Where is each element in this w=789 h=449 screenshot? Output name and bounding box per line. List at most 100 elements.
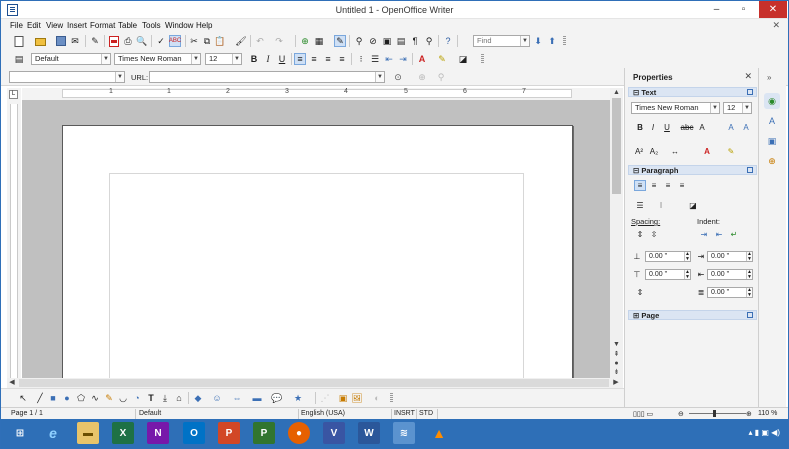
close-document-icon[interactable]: ✕ bbox=[772, 20, 780, 31]
tab-stop-selector[interactable]: L bbox=[9, 90, 18, 99]
increase-font-icon[interactable]: A bbox=[725, 122, 737, 133]
page-indicator[interactable]: Page 1 / 1 bbox=[11, 410, 43, 417]
zoom-out-icon[interactable]: ⊖ bbox=[678, 410, 684, 418]
below-spacing-field[interactable]: 0.00 " ▲ ▼ bbox=[645, 269, 691, 280]
justify-icon[interactable]: ≡ bbox=[336, 53, 348, 65]
zoom-level[interactable]: 110 % bbox=[758, 410, 777, 417]
hyperlink-name-input[interactable]: ▼ bbox=[9, 71, 125, 83]
ellipse-icon[interactable]: ● bbox=[61, 392, 73, 404]
background-color-icon[interactable]: ◪ bbox=[457, 53, 469, 65]
highlighting-icon[interactable]: ✎ bbox=[436, 53, 448, 65]
gallery-tab-icon[interactable]: ▣ bbox=[764, 133, 780, 149]
decrease-indent-icon[interactable]: ⇤ bbox=[383, 53, 395, 65]
increase-spacing-icon[interactable]: ⇕ bbox=[634, 229, 646, 240]
page-style[interactable]: Default bbox=[139, 410, 161, 417]
export-pdf-icon[interactable] bbox=[108, 35, 120, 47]
find-hyperlink-icon[interactable]: ⚲ bbox=[435, 71, 447, 83]
system-tray-icons[interactable]: ▴ ▮ ▣ ◀) bbox=[749, 428, 780, 437]
sidebar-underline-icon[interactable]: U bbox=[661, 122, 673, 133]
more-options-icon[interactable] bbox=[747, 167, 753, 173]
scroll-down-icon[interactable]: ▼ bbox=[611, 340, 622, 349]
vertical-ruler[interactable] bbox=[10, 104, 18, 378]
insert-hyperlink-icon[interactable]: ⊕ bbox=[416, 71, 428, 83]
file-explorer-icon[interactable]: ▬ bbox=[77, 422, 99, 444]
publisher-icon[interactable]: P bbox=[253, 422, 275, 444]
menu-tools[interactable]: Tools bbox=[142, 21, 161, 30]
menu-format[interactable]: Format bbox=[90, 21, 115, 30]
maximize-button[interactable]: ▫ bbox=[730, 1, 757, 18]
after-indent-field[interactable]: 0.00 " ▲ ▼ bbox=[707, 269, 753, 280]
paragraph-style-select[interactable]: Default ▼ bbox=[31, 53, 111, 65]
close-button[interactable]: ✕ bbox=[759, 1, 787, 18]
first-line-indent-field[interactable]: 0.00 " ▲ ▼ bbox=[707, 287, 753, 298]
increase-indent-icon[interactable]: ⇥ bbox=[397, 53, 409, 65]
help-icon[interactable]: ? bbox=[442, 35, 454, 47]
rectangle-icon[interactable]: ■ bbox=[47, 392, 59, 404]
text-tool-icon[interactable]: T bbox=[145, 392, 157, 404]
show-draw-functions-icon[interactable]: ✎ bbox=[334, 35, 346, 47]
menu-window[interactable]: Window bbox=[165, 21, 193, 30]
vertical-text-icon[interactable]: ⤓ bbox=[159, 392, 171, 404]
block-arrows-icon[interactable]: ⇔ bbox=[231, 392, 243, 404]
autospellcheck-icon[interactable]: ABC bbox=[169, 35, 181, 47]
sidebar-decrease-indent-icon[interactable]: ⇤ bbox=[713, 229, 725, 240]
text-section-header[interactable]: ⊟ Text bbox=[628, 87, 757, 97]
excel-icon[interactable]: X bbox=[112, 422, 134, 444]
previous-object-icon[interactable]: ⇞ bbox=[611, 350, 622, 359]
italic-button[interactable]: I bbox=[262, 53, 274, 65]
polygon-icon[interactable]: ⬠ bbox=[75, 392, 87, 404]
decrease-font-icon[interactable]: A bbox=[740, 122, 752, 133]
openoffice-taskbar-icon[interactable]: ≋ bbox=[393, 422, 415, 444]
numbering-icon[interactable]: ⁝ bbox=[355, 53, 367, 65]
sidebar-align-center-icon[interactable]: ≡ bbox=[648, 180, 660, 191]
sidebar-options-icon[interactable]: » bbox=[767, 73, 771, 82]
align-center-icon[interactable]: ≡ bbox=[308, 53, 320, 65]
new-document-icon[interactable] bbox=[13, 35, 25, 47]
paste-icon[interactable]: 📋 bbox=[214, 35, 226, 47]
font-name-select[interactable]: Times New Roman ▼ bbox=[114, 53, 201, 65]
font-size-select[interactable]: 12 ▼ bbox=[205, 53, 242, 65]
bold-button[interactable]: B bbox=[248, 53, 260, 65]
open-folder-icon[interactable] bbox=[34, 35, 46, 47]
more-options-icon[interactable] bbox=[747, 312, 753, 318]
menu-file[interactable]: File bbox=[10, 21, 23, 30]
callout-shapes-icon[interactable]: 💬 bbox=[271, 392, 283, 404]
stars-icon[interactable]: ★ bbox=[292, 392, 304, 404]
internet-explorer-icon[interactable]: e bbox=[42, 422, 64, 444]
sidebar-align-left-icon[interactable]: ≡ bbox=[634, 180, 646, 191]
navigator-icon[interactable]: ⊘ bbox=[367, 35, 379, 47]
symbol-shapes-icon[interactable]: ☺ bbox=[211, 392, 223, 404]
subscript-icon[interactable]: A₂ bbox=[648, 146, 660, 157]
document-page[interactable] bbox=[62, 125, 573, 385]
circle-pie-icon[interactable]: ◔ bbox=[131, 392, 143, 404]
select-icon[interactable]: ↖ bbox=[17, 392, 29, 404]
find-next-icon[interactable]: ⬇ bbox=[532, 35, 544, 47]
sidebar-highlight-icon[interactable]: ✎ bbox=[725, 146, 737, 157]
vlc-icon[interactable]: ▲ bbox=[428, 422, 450, 444]
insert-mode[interactable]: INSRT bbox=[394, 410, 415, 417]
font-color-icon[interactable]: A bbox=[416, 53, 428, 65]
clone-formatting-icon[interactable]: 🖌 bbox=[235, 35, 247, 47]
sidebar-font-color-icon[interactable]: A bbox=[701, 146, 713, 157]
zoom-in-icon[interactable]: ⊕ bbox=[746, 410, 752, 418]
view-layout-icon[interactable]: ▯▯▯ ▭ bbox=[633, 410, 653, 418]
curve-icon[interactable]: ∿ bbox=[89, 392, 101, 404]
visio-icon[interactable]: V bbox=[323, 422, 345, 444]
data-sources-icon[interactable]: ▤ bbox=[395, 35, 407, 47]
scroll-up-icon[interactable]: ▲ bbox=[611, 88, 622, 97]
horizontal-scrollbar[interactable]: ◀ ▶ bbox=[7, 378, 623, 388]
sidebar-font-name-select[interactable]: Times New Roman ▼ bbox=[631, 102, 720, 114]
copy-icon[interactable]: ⧉ bbox=[201, 35, 213, 47]
sidebar-font-size-select[interactable]: 12 ▼ bbox=[723, 102, 752, 114]
align-right-icon[interactable]: ≡ bbox=[322, 53, 334, 65]
above-spacing-field[interactable]: 0.00 " ▲ ▼ bbox=[645, 251, 691, 262]
email-document-icon[interactable]: ✉ bbox=[69, 35, 81, 47]
sidebar-bold-icon[interactable]: B bbox=[634, 122, 646, 133]
sidebar-bullets-icon[interactable]: ☰ bbox=[634, 200, 646, 211]
firefox-icon[interactable]: ● bbox=[288, 422, 310, 444]
from-file-icon[interactable]: 🖼 bbox=[351, 392, 363, 404]
vertical-scroll-thumb[interactable] bbox=[612, 98, 621, 194]
formatting-marks-icon[interactable]: ¶ bbox=[409, 35, 421, 47]
line-spacing-icon[interactable]: ⇕ bbox=[634, 287, 646, 298]
menu-view[interactable]: View bbox=[46, 21, 63, 30]
